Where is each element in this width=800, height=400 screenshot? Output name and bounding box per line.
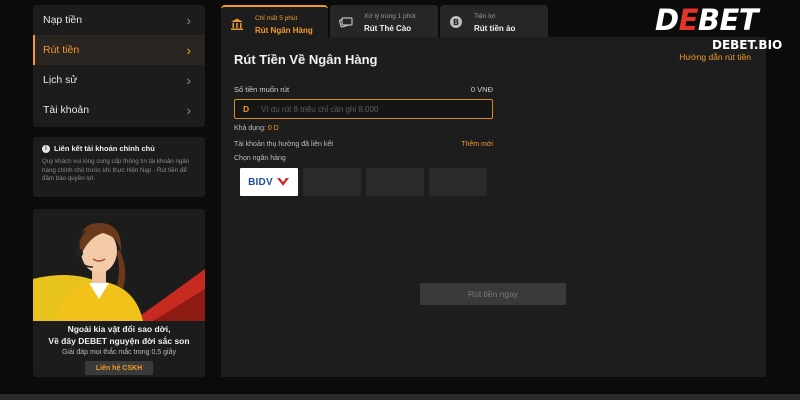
- tab-subtitle: Tiện lợi: [474, 13, 496, 20]
- choose-bank-label: Chọn ngân hàng: [234, 155, 286, 162]
- chevron-right-icon: ›: [186, 102, 191, 118]
- tab-subtitle: Xử lý trong 1 phút: [364, 13, 416, 20]
- sidebar-menu: Nạp tiền › Rút tiền › Lịch sử › Tài khoả…: [33, 5, 205, 127]
- debet-logo: DEBET: [655, 3, 759, 37]
- bitcoin-icon: B: [450, 16, 462, 28]
- contact-support-button[interactable]: Liên hệ CSKH: [85, 361, 153, 375]
- support-promo-card: Ngoài kia vật đổi sao dời, Về đây DEBET …: [33, 209, 205, 377]
- linked-account-label: Tài khoản thụ hưởng đã liên kết: [234, 141, 334, 148]
- logo-domain: DEBET.BIO: [712, 38, 783, 52]
- bank-option-bidv[interactable]: BIDV: [240, 168, 298, 196]
- sidebar-item-account[interactable]: Tài khoản ›: [33, 95, 205, 125]
- amount-value: 0 VNĐ: [470, 85, 493, 94]
- notice-text: Quý khách vui lòng cung cấp thông tin tà…: [42, 158, 190, 182]
- balance-value: 0 D: [267, 125, 279, 132]
- tab-title: Rút tiền ảo: [474, 24, 516, 33]
- withdraw-now-button[interactable]: Rút tiền ngay: [420, 283, 566, 305]
- info-icon: i: [42, 144, 50, 153]
- sidebar-item-label: Tài khoản: [43, 104, 90, 116]
- chevron-right-icon: ›: [186, 12, 191, 28]
- balance-label: Khả dụng:: [234, 125, 266, 132]
- promo-line-2: Về đây DEBET nguyện đời sắc son: [48, 336, 190, 346]
- add-new-account-link[interactable]: Thêm mới: [454, 141, 493, 148]
- sidebar-item-label: Lịch sử: [43, 74, 78, 86]
- logo-letter-d: D: [655, 3, 679, 37]
- tab-subtitle: Chỉ mất 5 phút: [255, 15, 298, 22]
- page-title: Rút Tiền Về Ngân Hàng: [234, 52, 378, 67]
- notice-title: i Liên kết tài khoản chính chủ: [42, 144, 196, 153]
- promo-line-1: Ngoài kia vật đổi sao dời,: [67, 324, 171, 334]
- sidebar-item-withdraw[interactable]: Rút tiền ›: [33, 35, 205, 65]
- tab-title: Rút Ngân Hàng: [255, 26, 313, 35]
- tab-crypto-withdraw[interactable]: B Tiện lợi Rút tiền ảo: [440, 5, 548, 37]
- bank-option[interactable]: [303, 168, 361, 196]
- withdraw-guide-link[interactable]: Hướng dẫn rút tiền: [679, 52, 751, 62]
- logo-letter-e: E: [678, 3, 699, 37]
- amount-input[interactable]: [261, 100, 492, 118]
- svg-text:B: B: [453, 18, 459, 27]
- amount-field[interactable]: D: [234, 99, 493, 119]
- tab-card-withdraw[interactable]: Xử lý trong 1 phút Rút Thẻ Cào: [330, 5, 438, 37]
- currency-symbol: D: [243, 104, 250, 114]
- sidebar-item-label: Nạp tiền: [43, 14, 83, 26]
- tab-title: Rút Thẻ Cào: [364, 24, 412, 33]
- bank-option[interactable]: [429, 168, 487, 196]
- bidv-logo-icon: [276, 178, 289, 186]
- logo-letters-bet: BET: [697, 3, 759, 37]
- amount-label: Số tiền muốn rút: [234, 85, 290, 94]
- support-agent-image: [33, 209, 205, 321]
- bank-icon: [231, 18, 243, 30]
- sidebar-item-deposit[interactable]: Nạp tiền ›: [33, 5, 205, 35]
- chevron-right-icon: ›: [186, 72, 191, 88]
- sidebar-item-history[interactable]: Lịch sử ›: [33, 65, 205, 95]
- bank-name: BIDV: [248, 176, 273, 188]
- notice-title-text: Liên kết tài khoản chính chủ: [54, 144, 155, 153]
- tab-bank-withdraw[interactable]: Chỉ mất 5 phút Rút Ngân Hàng: [221, 5, 328, 37]
- available-balance: Khả dụng: 0 D: [234, 125, 279, 132]
- chevron-right-icon: ›: [186, 42, 191, 58]
- account-link-notice: i Liên kết tài khoản chính chủ Quý khách…: [33, 137, 205, 197]
- sidebar-item-label: Rút tiền: [43, 44, 80, 56]
- withdraw-panel: Rút Tiền Về Ngân Hàng Hướng dẫn rút tiền…: [221, 37, 766, 377]
- card-icon: [339, 17, 353, 28]
- bank-option[interactable]: [366, 168, 424, 196]
- promo-subtext: Giải đáp mọi thắc mắc trong 0,5 giây: [61, 349, 176, 356]
- bottom-bar: [0, 394, 800, 400]
